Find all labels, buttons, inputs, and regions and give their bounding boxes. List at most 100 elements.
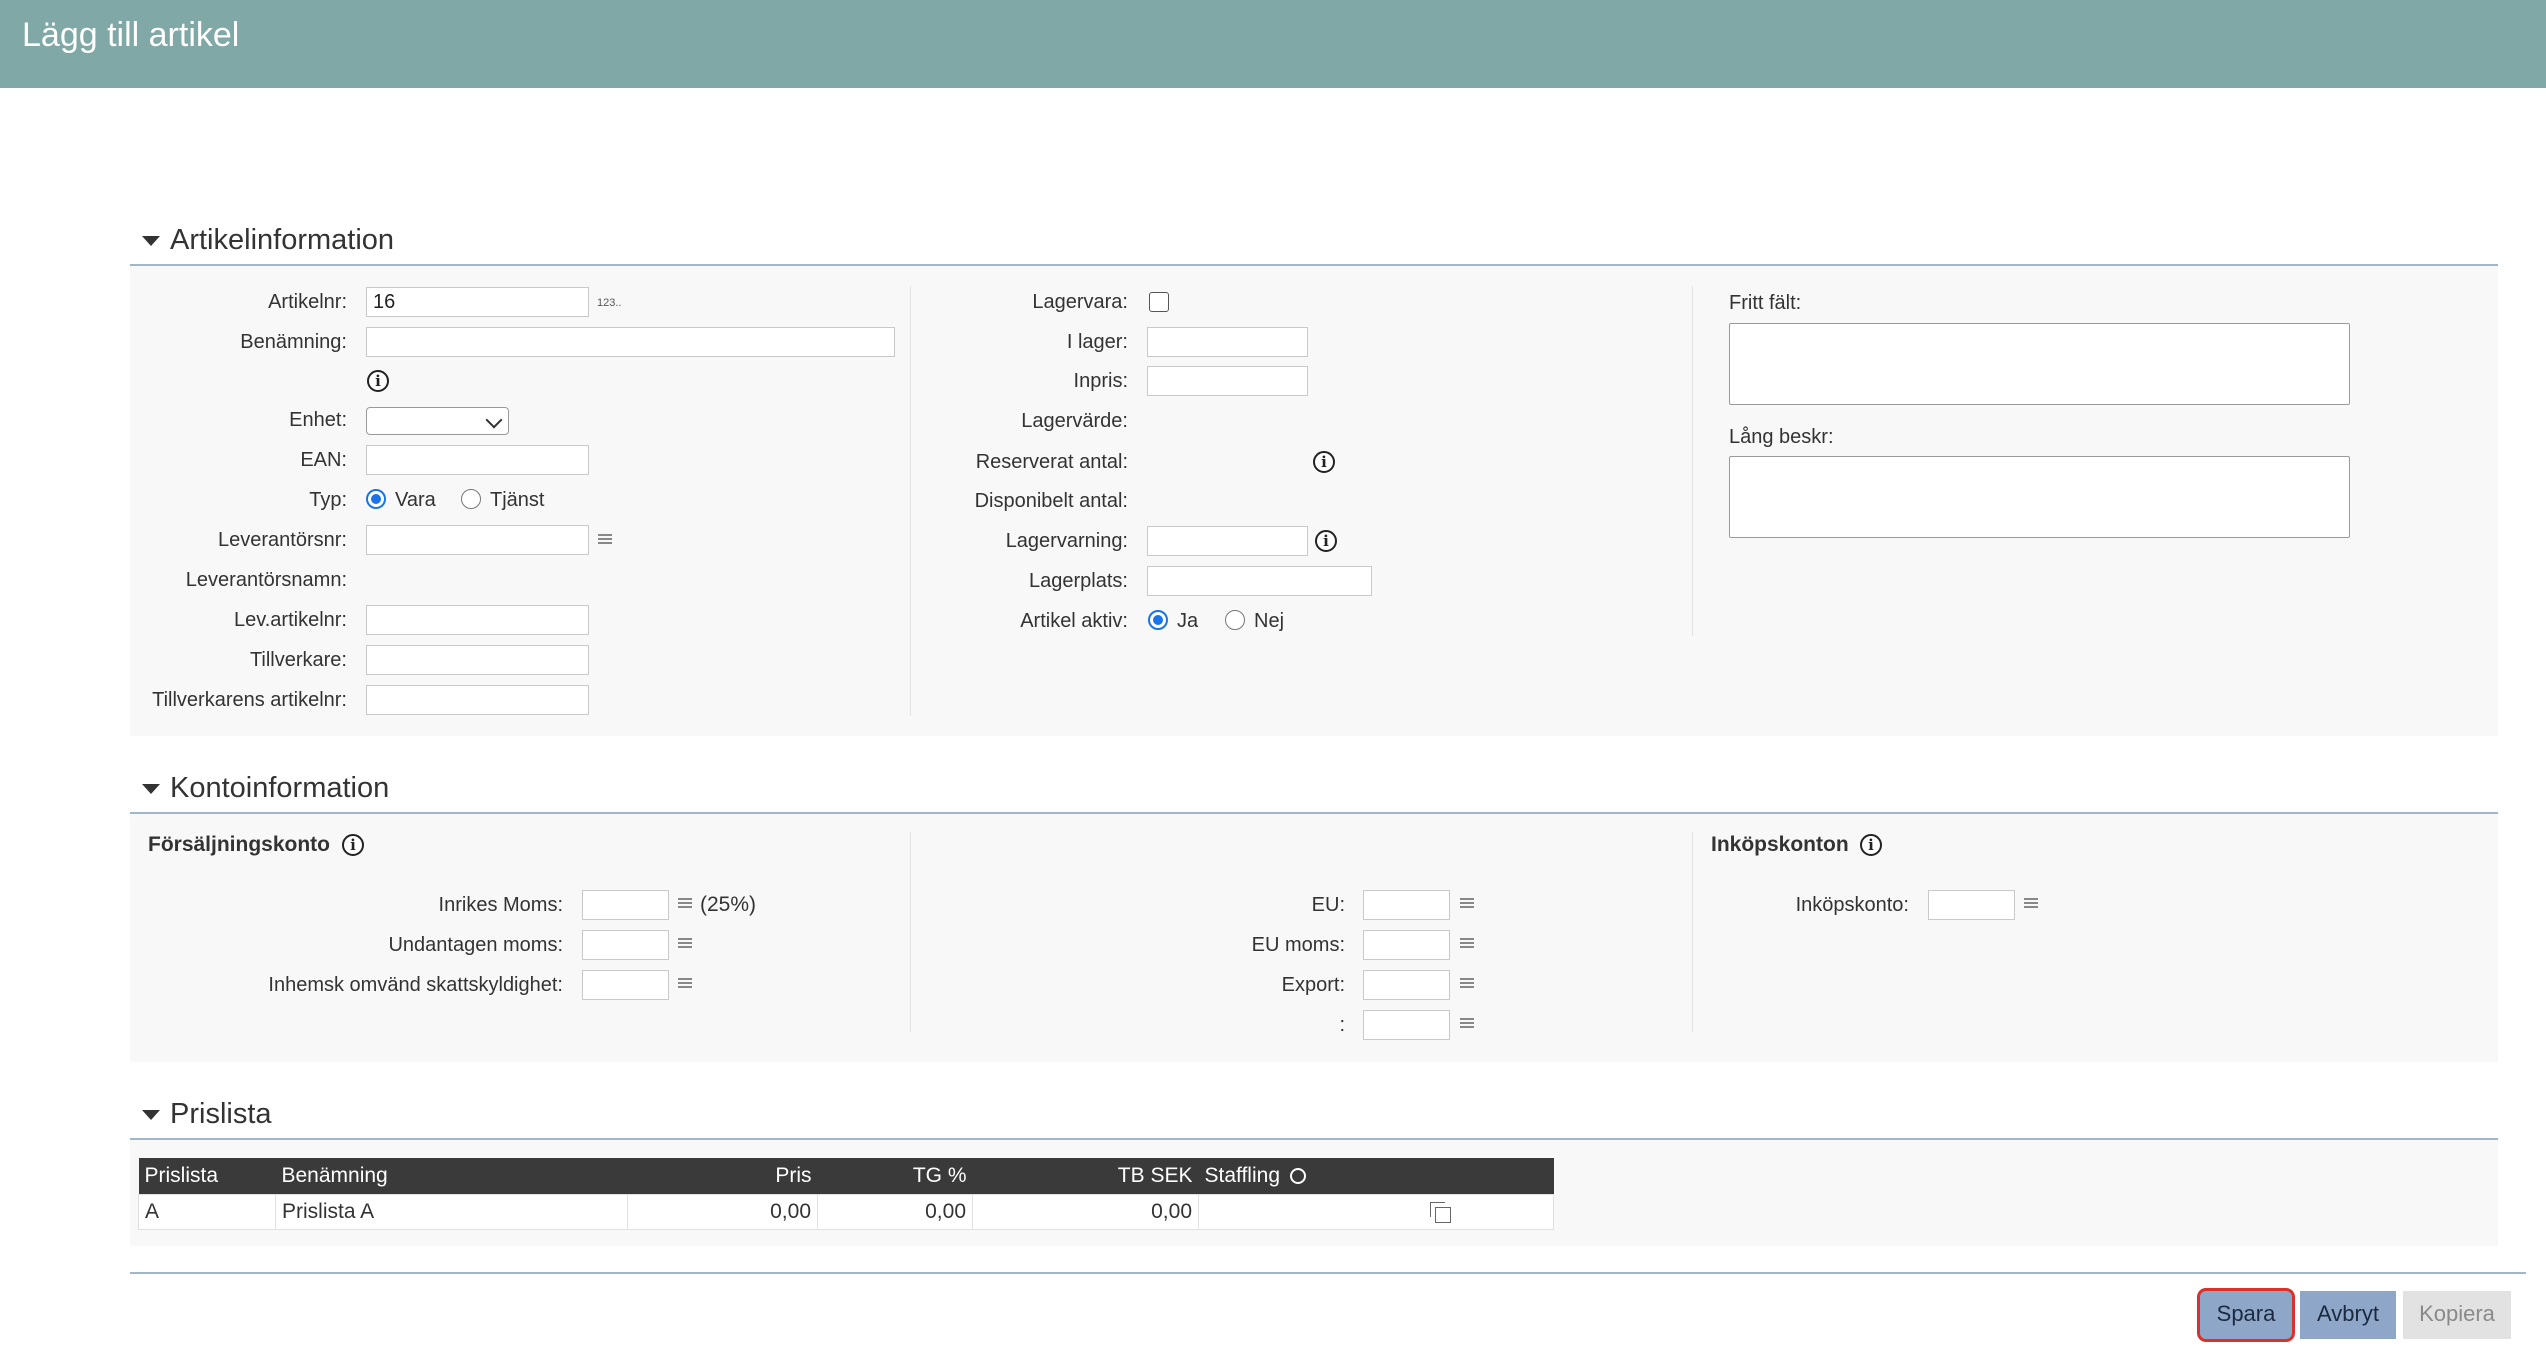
reserverat-label: Reserverat antal: [975,451,1128,473]
fritt-falt-textarea[interactable] [1729,323,2350,405]
avbryt-button[interactable]: Avbryt [2300,1291,2396,1339]
levartikelnr-input[interactable] [366,605,589,635]
kopiera-button[interactable]: Kopiera [2403,1291,2511,1339]
collapse-caret-icon[interactable] [142,784,160,794]
lagervarning-label: Lagervarning: [1005,530,1128,552]
info-icon[interactable]: i [342,834,364,856]
lang-beskr-textarea[interactable] [1729,456,2350,538]
export-label: Export: [1281,974,1345,996]
info-icon[interactable]: i [1315,530,1337,552]
list-icon[interactable] [1460,938,1474,950]
list-icon[interactable] [1460,978,1474,990]
cell-tb[interactable]: 0,00 [972,1194,1199,1230]
inkopskonto-input[interactable] [1928,890,2015,920]
typ-tjanst-label[interactable]: Tjänst [490,489,544,512]
section-title: Artikelinformation [170,224,395,256]
lagervarning-input[interactable] [1147,526,1308,556]
column-header-tb[interactable]: TB SEK [972,1158,1199,1195]
list-icon[interactable] [2024,898,2038,910]
list-icon[interactable] [1460,898,1474,910]
aktiv-nej-label[interactable]: Nej [1254,610,1284,633]
levartikelnr-label: Lev.artikelnr: [233,609,347,631]
footer-divider [130,1272,2526,1274]
inrikes-moms-label: Inrikes Moms: [438,894,563,916]
inrikes-moms-input[interactable] [582,890,669,920]
eu-input[interactable] [1363,890,1450,920]
aktiv-nej-radio[interactable] [1225,610,1245,630]
prislista-table: Prislista Benämning Pris TG % TB SEK Sta… [138,1158,1554,1230]
aktiv-ja-radio[interactable] [1148,610,1168,630]
typ-vara-label[interactable]: Vara [395,489,436,512]
cell-staffling[interactable] [1198,1194,1554,1230]
section-artikelinformation[interactable]: Artikelinformation [130,218,2498,266]
enhet-label: Enhet: [289,409,347,431]
spara-button[interactable]: Spara [2200,1291,2292,1339]
tillverkare-input[interactable] [366,645,589,675]
cell-benamning: Prislista A [275,1194,628,1230]
eu-moms-input[interactable] [1363,930,1450,960]
section-prislista[interactable]: Prislista [130,1092,2498,1140]
section-kontoinformation[interactable]: Kontoinformation [130,766,2498,814]
info-icon[interactable]: i [367,370,389,392]
list-icon[interactable] [1460,1018,1474,1030]
collapse-caret-icon[interactable] [142,1110,160,1120]
column-header-tg[interactable]: TG % [817,1158,973,1195]
lagerplats-label: Lagerplats: [1029,570,1128,592]
inkopskonton-title: Inköpskonton [1711,833,1849,856]
lagerplats-input[interactable] [1147,566,1372,596]
artikelnr-input[interactable] [366,287,589,317]
inkopskonto-label: Inköpskonto: [1795,894,1909,916]
eu-moms-label: EU moms: [1251,934,1345,956]
omvand-skatt-input[interactable] [582,970,669,1000]
typ-tjanst-radio[interactable] [461,489,481,509]
settings-icon[interactable] [1289,1168,1306,1185]
list-icon[interactable] [678,898,692,910]
enhet-select[interactable] [366,407,509,435]
ilager-label: I lager: [1066,331,1128,353]
list-icon[interactable] [678,938,692,950]
cell-pris[interactable]: 0,00 [627,1194,818,1230]
undantagen-moms-input[interactable] [582,930,669,960]
typ-label: Typ: [309,489,347,511]
list-icon[interactable] [678,978,692,990]
artikel-aktiv-label: Artikel aktiv: [1020,610,1128,632]
export-input[interactable] [1363,970,1450,1000]
leverantorsnamn-label: Leverantörsnamn: [185,569,347,591]
lagervarde-label: Lagervärde: [1021,410,1128,432]
blank-konto-input[interactable] [1363,1010,1450,1040]
benamning-input[interactable] [366,327,895,357]
eu-label: EU: [1311,894,1345,916]
info-icon[interactable]: i [1860,834,1882,856]
aktiv-ja-label[interactable]: Ja [1177,610,1198,633]
column-header-pris[interactable]: Pris [627,1158,818,1195]
number-series-hint[interactable]: 123.. [597,297,621,309]
lang-beskr-label: Lång beskr: [1729,426,1834,448]
column-header-staffling[interactable]: Staffling [1198,1158,1554,1195]
column-header-prislista[interactable]: Prislista [138,1158,276,1195]
column-divider [1692,832,1693,1032]
info-icon[interactable]: i [1313,451,1335,473]
inrikes-moms-percent: (25%) [700,893,757,916]
section-title: Kontoinformation [170,772,390,804]
list-icon[interactable] [598,534,612,546]
copy-icon[interactable] [1430,1202,1451,1223]
ilager-input[interactable] [1147,327,1308,357]
lagervara-label: Lagervara: [1032,291,1128,313]
table-row[interactable]: A Prislista A 0,00 0,00 0,00 [138,1194,1554,1230]
tillverkare-label: Tillverkare: [249,649,347,671]
cell-tg[interactable]: 0,00 [817,1194,973,1230]
collapse-caret-icon[interactable] [142,236,160,246]
chevron-down-icon [485,411,503,429]
window-titlebar: Lägg till artikel [0,0,2546,88]
lagervara-checkbox[interactable] [1149,292,1169,312]
tillverkarens-artikelnr-input[interactable] [366,685,589,715]
inpris-label: Inpris: [1073,370,1128,392]
leverantorsnr-input[interactable] [366,525,589,555]
column-header-benamning[interactable]: Benämning [275,1158,628,1195]
column-divider [910,286,911,716]
tillverkarens-artikelnr-label: Tillverkarens artikelnr: [152,689,347,711]
typ-vara-radio[interactable] [366,489,386,509]
inpris-input[interactable] [1147,366,1308,396]
ean-input[interactable] [366,445,589,475]
column-divider [910,832,911,1032]
